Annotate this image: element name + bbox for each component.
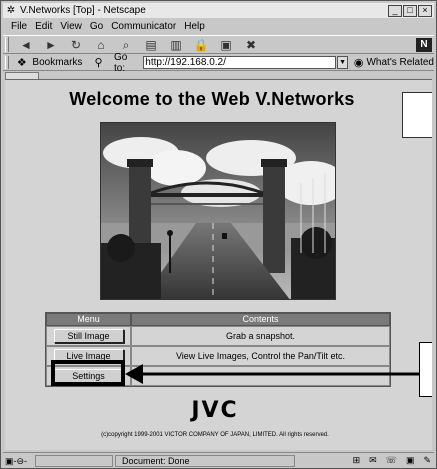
location-icon[interactable]: ⚲ bbox=[94, 56, 106, 69]
status-text: Document: Done bbox=[115, 454, 295, 467]
stop-icon[interactable]: ✖ bbox=[243, 38, 259, 52]
menu-bar: File Edit View Go Communicator Help bbox=[3, 19, 434, 34]
copyright-text: (c)copyright 1999-2001 VICTOR COMPANY OF… bbox=[101, 432, 329, 438]
bridge-photo-image bbox=[101, 123, 335, 299]
maximize-button[interactable]: □ bbox=[403, 4, 417, 17]
location-toolbar: ❖ Bookmarks ⚲ Go to: http://192.168.0.2/… bbox=[3, 51, 434, 74]
page-content: Welcome to the Web V.Networks Menu Conte… bbox=[5, 79, 432, 450]
menu-column-header: Menu bbox=[46, 313, 131, 326]
home-icon[interactable]: ⌂ bbox=[93, 38, 109, 52]
navigation-toolbar: ◄ ► ↻ ⌂ ⌕ ▤ ▥ 🔒 ▣ ✖ N bbox=[3, 35, 434, 54]
whats-related-icon[interactable]: ◉ bbox=[354, 56, 364, 69]
menu-edit[interactable]: Edit bbox=[35, 21, 52, 32]
edit-icon[interactable]: ✎ bbox=[423, 455, 431, 466]
mail-icon[interactable]: ✉ bbox=[369, 455, 377, 466]
guide-icon[interactable]: ▤ bbox=[143, 38, 159, 52]
connection-status-icon[interactable]: ▣-⊖- bbox=[5, 455, 33, 467]
security-icon[interactable]: 🔒 bbox=[193, 38, 209, 52]
location-grip[interactable] bbox=[5, 56, 9, 69]
contents-column-header: Contents bbox=[131, 313, 390, 326]
menu-go[interactable]: Go bbox=[90, 21, 103, 32]
whats-related-label[interactable]: What's Related bbox=[366, 57, 434, 68]
goto-label: Go to: bbox=[114, 51, 128, 74]
window-title: V.Networks [Top] - Netscape bbox=[20, 5, 146, 16]
close-button[interactable]: × bbox=[418, 4, 432, 17]
bridge-photo bbox=[100, 122, 336, 300]
menu-help[interactable]: Help bbox=[184, 21, 205, 32]
url-input[interactable]: http://192.168.0.2/ bbox=[143, 56, 337, 69]
bookmarks-label[interactable]: Bookmarks bbox=[32, 57, 82, 68]
netscape-logo-icon: N bbox=[416, 37, 432, 52]
still-image-button[interactable]: Still Image bbox=[53, 329, 124, 343]
toolbar-grip[interactable] bbox=[5, 37, 9, 52]
jvc-logo: JVC bbox=[191, 398, 239, 423]
bookmarks-icon[interactable]: ❖ bbox=[17, 56, 31, 69]
side-frame bbox=[402, 92, 432, 138]
table-row: Still Image Grab a snapshot. bbox=[46, 326, 390, 346]
search-icon[interactable]: ⌕ bbox=[118, 38, 134, 52]
table-cell: Still Image bbox=[46, 326, 131, 346]
status-bar: ▣-⊖- Document: Done ⊞ ✉ ☏ ▣ ✎ bbox=[3, 452, 434, 468]
shop-icon[interactable]: ▣ bbox=[218, 38, 234, 52]
progress-bar bbox=[35, 454, 113, 467]
component-bar: ⊞ ✉ ☏ ▣ ✎ bbox=[353, 455, 431, 466]
discussions-icon[interactable]: ☏ bbox=[386, 455, 397, 466]
url-dropdown-icon[interactable]: ▼ bbox=[337, 56, 348, 69]
callout-box bbox=[419, 342, 432, 397]
netscape-app-icon: ✲ bbox=[6, 4, 16, 16]
menu-view[interactable]: View bbox=[60, 21, 82, 32]
settings-highlight-box bbox=[51, 360, 125, 386]
page-title: Welcome to the Web V.Networks bbox=[69, 89, 355, 109]
browser-window: ✲ V.Networks [Top] - Netscape _ □ × File… bbox=[0, 0, 437, 469]
menu-table-header: Menu Contents bbox=[46, 313, 390, 326]
composer-icon[interactable]: ▣ bbox=[406, 455, 415, 466]
still-image-description: Grab a snapshot. bbox=[131, 326, 390, 346]
menu-file[interactable]: File bbox=[11, 21, 27, 32]
minimize-button[interactable]: _ bbox=[388, 4, 402, 17]
toolbar-collapse-tab[interactable] bbox=[5, 72, 39, 79]
window-controls: _ □ × bbox=[388, 4, 432, 17]
back-icon[interactable]: ◄ bbox=[18, 38, 34, 52]
print-icon[interactable]: ▥ bbox=[168, 38, 184, 52]
title-bar[interactable]: ✲ V.Networks [Top] - Netscape _ □ × bbox=[3, 3, 434, 18]
reload-icon[interactable]: ↻ bbox=[68, 38, 84, 52]
navigator-icon[interactable]: ⊞ bbox=[353, 455, 361, 466]
callout-arrow-icon bbox=[125, 364, 430, 384]
forward-icon[interactable]: ► bbox=[43, 38, 59, 52]
menu-communicator[interactable]: Communicator bbox=[111, 21, 176, 32]
